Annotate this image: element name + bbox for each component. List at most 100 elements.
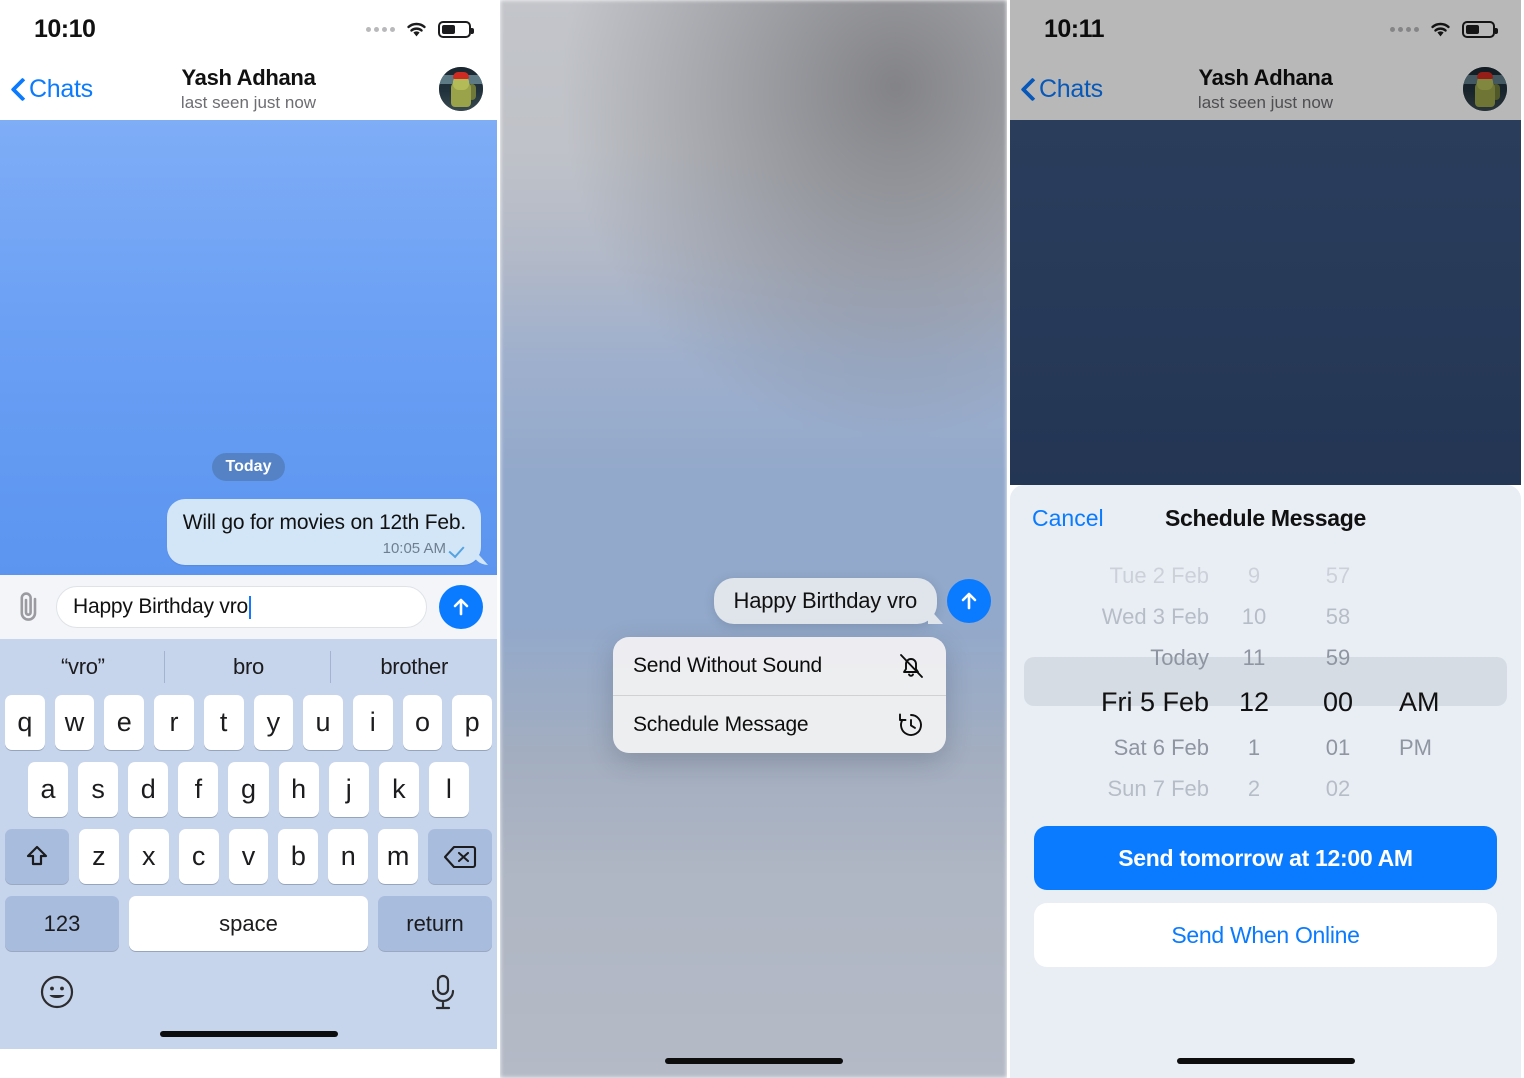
menu-item-schedule-message[interactable]: Schedule Message: [613, 695, 946, 753]
back-to-chats-button[interactable]: Chats: [1022, 75, 1103, 104]
battery-icon: [1462, 20, 1498, 38]
picker-minute: 01: [1325, 734, 1351, 760]
picker-date: Today: [1150, 644, 1209, 670]
key-w[interactable]: w: [54, 695, 95, 750]
clock-arrow-counterclockwise-icon: [899, 713, 922, 736]
contact-status: last seen just now: [1197, 93, 1334, 112]
picker-date: Sat 6 Feb: [1113, 734, 1209, 760]
signal-dots-icon: [366, 26, 395, 32]
message-input-value: Happy Birthday vro: [73, 595, 248, 618]
key-e[interactable]: e: [104, 695, 145, 750]
sheet-header: Cancel Schedule Message: [1010, 485, 1521, 551]
key-a[interactable]: a: [28, 762, 69, 817]
message-text-input[interactable]: Happy Birthday vro: [56, 586, 427, 628]
key-v[interactable]: v: [228, 829, 269, 884]
outgoing-message-bubble[interactable]: Will go for movies on 12th Feb. 10:05 AM: [166, 498, 481, 565]
send-button[interactable]: [439, 585, 483, 629]
prediction-2[interactable]: brother: [331, 654, 497, 680]
microphone-icon[interactable]: [427, 972, 459, 1012]
numbers-key[interactable]: 123: [5, 896, 119, 951]
emoji-smiley-icon[interactable]: [38, 973, 76, 1011]
backspace-key[interactable]: [428, 829, 493, 884]
three-panel-screenshot: 10:10 Chats Yash Adhana last seen just n…: [0, 0, 1524, 1078]
key-f[interactable]: f: [178, 762, 219, 817]
picker-hour: 12: [1238, 687, 1270, 717]
status-time: 10:10: [34, 14, 96, 43]
menu-item-send-without-sound[interactable]: Send Without Sound: [613, 637, 946, 695]
picker-minute: 58: [1325, 603, 1351, 629]
key-q[interactable]: q: [4, 695, 45, 750]
picker-date: Fri 5 Feb: [1100, 687, 1209, 717]
dimmed-chat-area: [1010, 120, 1521, 485]
key-z[interactable]: z: [79, 829, 119, 884]
schedule-message-sheet: Cancel Schedule Message Tue 2 Feb 9 57 W…: [1010, 485, 1521, 1078]
message-time: 10:05 AM: [382, 540, 446, 557]
prediction-1[interactable]: bro: [166, 654, 332, 680]
key-x[interactable]: x: [128, 829, 169, 884]
key-i[interactable]: i: [352, 695, 393, 750]
back-label: Chats: [1039, 74, 1103, 103]
key-u[interactable]: u: [303, 695, 343, 750]
picker-minute: 59: [1325, 644, 1351, 670]
contact-avatar[interactable]: [439, 67, 483, 111]
key-r[interactable]: r: [154, 695, 194, 750]
send-button[interactable]: [947, 579, 991, 623]
space-key[interactable]: space: [129, 896, 368, 951]
sheet-title: Schedule Message: [1164, 504, 1366, 531]
picker-date: Tue 2 Feb: [1109, 562, 1209, 588]
chevron-left-icon: [12, 78, 25, 100]
home-indicator: [159, 1031, 338, 1037]
wifi-icon: [407, 22, 426, 37]
key-k[interactable]: k: [378, 762, 419, 817]
virtual-keyboard: “vro” bro brother q w e r t y u i o p a …: [0, 639, 497, 1049]
send-options-overlay: Happy Birthday vro Send Without Sound Sc…: [500, 0, 1007, 1078]
picker-row[interactable]: Tue 2 Feb 9 57: [1010, 555, 1521, 596]
key-b[interactable]: b: [278, 829, 319, 884]
menu-item-label: Schedule Message: [633, 712, 809, 736]
key-s[interactable]: s: [78, 762, 119, 817]
picker-ampm: AM: [1399, 687, 1440, 717]
key-h[interactable]: h: [278, 762, 319, 817]
contact-avatar[interactable]: [1463, 67, 1507, 111]
key-p[interactable]: p: [452, 695, 493, 750]
picker-row[interactable]: Sat 6 Feb 1 01 PM: [1010, 727, 1521, 768]
key-j[interactable]: j: [328, 762, 369, 817]
back-to-chats-button[interactable]: Chats: [12, 75, 93, 104]
paperclip-icon[interactable]: [14, 590, 44, 624]
send-tomorrow-button[interactable]: Send tomorrow at 12:00 AM: [1034, 826, 1497, 890]
pending-message-text: Happy Birthday vro: [733, 588, 918, 613]
bell-slash-icon: [900, 654, 923, 678]
shift-key[interactable]: [5, 829, 69, 884]
home-indicator-area: [500, 1058, 1007, 1064]
key-n[interactable]: n: [328, 829, 369, 884]
picker-ampm: PM: [1399, 734, 1432, 760]
keyboard-row-3: z x c v b n m: [0, 829, 497, 884]
picker-minute: 57: [1325, 562, 1351, 588]
datetime-picker[interactable]: Tue 2 Feb 9 57 Wed 3 Feb 10 58 Today 11 …: [1010, 555, 1521, 808]
picker-minute: 00: [1322, 687, 1354, 717]
key-o[interactable]: o: [402, 695, 443, 750]
picker-hour: 9: [1247, 562, 1261, 588]
picker-row-selected[interactable]: Fri 5 Feb 12 00 AM: [1010, 678, 1521, 727]
chevron-left-icon: [1022, 78, 1035, 100]
key-d[interactable]: d: [128, 762, 169, 817]
picker-row[interactable]: Sun 7 Feb 2 02: [1010, 768, 1521, 808]
picker-row[interactable]: Today 11 59: [1010, 637, 1521, 678]
picker-row[interactable]: Wed 3 Feb 10 58: [1010, 596, 1521, 637]
status-indicators: [1390, 20, 1498, 38]
send-when-online-button[interactable]: Send When Online: [1034, 903, 1497, 967]
key-g[interactable]: g: [228, 762, 269, 817]
prediction-0[interactable]: “vro”: [0, 654, 166, 680]
sheet-actions: Send tomorrow at 12:00 AM Send When Onli…: [1010, 826, 1521, 967]
key-y[interactable]: y: [253, 695, 294, 750]
key-l[interactable]: l: [428, 762, 469, 817]
return-key[interactable]: return: [378, 896, 492, 951]
picker-date: Sun 7 Feb: [1107, 775, 1209, 801]
key-c[interactable]: c: [178, 829, 219, 884]
key-t[interactable]: t: [203, 695, 244, 750]
home-indicator-area: [1010, 967, 1521, 1078]
chat-messages-area[interactable]: Today Will go for movies on 12th Feb. 10…: [0, 120, 497, 575]
picker-hour: 10: [1241, 603, 1267, 629]
key-m[interactable]: m: [378, 829, 419, 884]
picker-date: Wed 3 Feb: [1101, 603, 1209, 629]
